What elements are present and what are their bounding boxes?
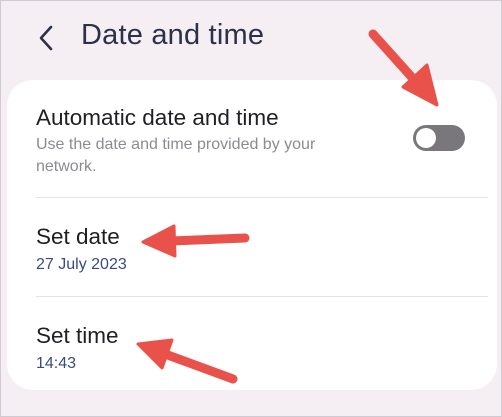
- page-title: Date and time: [81, 19, 265, 51]
- back-button[interactable]: [31, 21, 63, 55]
- automatic-date-time-toggle[interactable]: [413, 125, 465, 151]
- set-time-value: 14:43: [36, 355, 77, 372]
- app-header: Date and time: [1, 1, 501, 73]
- settings-card: Automatic date and time Use the date and…: [7, 80, 497, 390]
- set-time-row[interactable]: Set time 14:43: [7, 297, 497, 390]
- screenshot-frame: Date and time Automatic date and time Us…: [0, 0, 502, 417]
- automatic-date-time-row[interactable]: Automatic date and time Use the date and…: [7, 80, 497, 197]
- set-date-row[interactable]: Set date 27 July 2023: [7, 198, 497, 296]
- automatic-date-time-label: Automatic date and time: [36, 105, 279, 130]
- automatic-date-time-description: Use the date and time provided by your n…: [36, 136, 316, 175]
- set-date-value: 27 July 2023: [36, 256, 127, 273]
- set-date-label: Set date: [36, 224, 120, 249]
- toggle-thumb: [416, 128, 436, 148]
- chevron-left-icon: [39, 25, 53, 51]
- set-time-label: Set time: [36, 323, 119, 348]
